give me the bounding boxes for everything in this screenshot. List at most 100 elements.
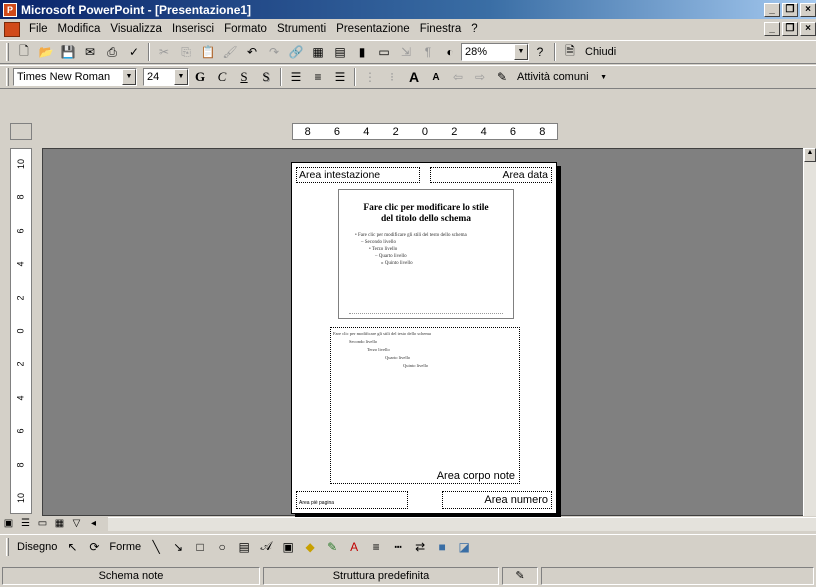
paste-icon[interactable]: 📋 xyxy=(197,42,219,62)
menu-help[interactable]: ? xyxy=(466,23,482,35)
spelling-icon[interactable]: ✓ xyxy=(123,42,145,62)
restore-button[interactable]: ❐ xyxy=(782,2,798,17)
toolbar-grip[interactable] xyxy=(6,537,9,556)
undo-icon[interactable]: ↶ xyxy=(241,42,263,62)
document-icon[interactable] xyxy=(4,21,20,37)
notes-master-page[interactable]: Area intestazione Area data Fare clic pe… xyxy=(291,162,557,514)
scroll-up-button[interactable]: ▲ xyxy=(804,148,816,162)
line-style-icon[interactable]: ≡ xyxy=(365,537,387,557)
align-center-icon[interactable]: ≡ xyxy=(307,67,329,87)
3d-icon[interactable]: ◪ xyxy=(453,537,475,557)
menu-visualizza[interactable]: Visualizza xyxy=(105,23,167,35)
hyperlink-icon[interactable]: 🔗 xyxy=(285,42,307,62)
align-right-icon[interactable]: ☰ xyxy=(329,67,351,87)
normal-view-icon[interactable]: ▣ xyxy=(0,517,17,531)
italic-button[interactable]: C xyxy=(211,67,233,87)
decrease-font-icon[interactable]: A xyxy=(425,67,447,87)
font-size-select[interactable]: 24 ▼ xyxy=(143,68,189,86)
show-formatting-icon[interactable]: ¶ xyxy=(417,42,439,62)
copy-icon[interactable]: ⎘ xyxy=(175,42,197,62)
numbering-icon[interactable]: ⋮ xyxy=(359,67,381,87)
format-painter-icon[interactable]: 🖌 xyxy=(219,42,241,62)
outline-view-icon[interactable]: ☰ xyxy=(17,517,34,531)
menu-strumenti[interactable]: Strumenti xyxy=(272,23,331,35)
header-placeholder[interactable]: Area intestazione xyxy=(296,167,420,183)
close-master-icon[interactable]: 🗎 xyxy=(559,42,581,62)
select-pointer-icon[interactable]: ↖ xyxy=(61,537,83,557)
underline-button[interactable]: S xyxy=(233,67,255,87)
demote-icon[interactable]: ⇨ xyxy=(469,67,491,87)
slide-image-placeholder[interactable]: Fare clic per modificare lo stile del ti… xyxy=(338,189,514,319)
menu-inserisci[interactable]: Inserisci xyxy=(167,23,219,35)
fill-color-icon[interactable]: ◆ xyxy=(299,537,321,557)
tasks-icon[interactable]: ✎ xyxy=(491,67,513,87)
new-icon[interactable]: 🗋 xyxy=(13,42,35,62)
date-placeholder[interactable]: Area data xyxy=(430,167,552,183)
slideshow-icon[interactable]: ▽ xyxy=(68,517,85,531)
chevron-down-icon[interactable]: ▼ xyxy=(174,69,188,85)
chevron-down-icon[interactable]: ▼ xyxy=(514,44,528,60)
powerpoint-app-icon[interactable]: P xyxy=(3,2,17,17)
doc-close-button[interactable]: × xyxy=(800,22,816,36)
common-tasks-menu[interactable]: Attività comuni xyxy=(513,71,593,83)
oval-icon[interactable]: ○ xyxy=(211,537,233,557)
close-button[interactable]: × xyxy=(800,2,816,17)
menu-finestra[interactable]: Finestra xyxy=(415,23,467,35)
toolbar-grip[interactable] xyxy=(6,43,9,61)
line-icon[interactable]: ╲ xyxy=(145,537,167,557)
menu-presentazione[interactable]: Presentazione xyxy=(331,23,415,35)
vertical-scrollbar[interactable]: ▲ xyxy=(803,148,816,516)
promote-icon[interactable]: ⇦ xyxy=(447,67,469,87)
doc-minimize-button[interactable]: _ xyxy=(764,22,780,36)
increase-font-icon[interactable]: A xyxy=(403,67,425,87)
print-icon[interactable]: ⎙ xyxy=(101,42,123,62)
new-slide-icon[interactable]: ▭ xyxy=(373,42,395,62)
chart-icon[interactable]: ▮ xyxy=(351,42,373,62)
open-icon[interactable]: 📂 xyxy=(35,42,57,62)
toolbar-grip[interactable] xyxy=(6,68,9,86)
shadow-icon[interactable]: ■ xyxy=(431,537,453,557)
notes-body-placeholder[interactable]: Fare clic per modificare gli stili del t… xyxy=(330,327,520,484)
clipart-icon[interactable]: ▣ xyxy=(277,537,299,557)
doc-restore-button[interactable]: ❐ xyxy=(782,22,798,36)
autoshapes-menu[interactable]: Forme xyxy=(105,541,145,553)
expand-icon[interactable]: ⇲ xyxy=(395,42,417,62)
textbox-icon[interactable]: ▤ xyxy=(233,537,255,557)
draw-menu[interactable]: Disegno xyxy=(13,541,61,553)
menu-formato[interactable]: Formato xyxy=(219,23,272,35)
page-number-placeholder[interactable]: Area numero xyxy=(442,491,552,509)
chevron-down-icon[interactable]: ▼ xyxy=(593,67,615,87)
zoom-select[interactable]: 28% ▼ xyxy=(461,43,529,61)
font-color-icon[interactable]: A xyxy=(343,537,365,557)
dash-style-icon[interactable]: ┅ xyxy=(387,537,409,557)
minimize-button[interactable]: _ xyxy=(764,2,780,17)
insert-table-icon[interactable]: ▤ xyxy=(329,42,351,62)
menu-file[interactable]: File xyxy=(24,23,53,35)
free-rotate-icon[interactable]: ⟳ xyxy=(83,537,105,557)
shadow-button[interactable]: S xyxy=(255,67,277,87)
horizontal-scrollbar[interactable] xyxy=(108,517,816,531)
arrow-icon[interactable]: ↘ xyxy=(167,537,189,557)
line-color-icon[interactable]: ✎ xyxy=(321,537,343,557)
help-icon[interactable]: ? xyxy=(529,42,551,62)
email-icon[interactable]: ✉ xyxy=(79,42,101,62)
wordart-icon[interactable]: 𝒜 xyxy=(255,537,277,557)
bold-button[interactable]: G xyxy=(189,67,211,87)
arrow-style-icon[interactable]: ⇄ xyxy=(409,537,431,557)
scroll-left-button[interactable]: ◂ xyxy=(85,517,102,531)
footer-placeholder[interactable]: Area piè pagina xyxy=(296,491,408,509)
rectangle-icon[interactable]: □ xyxy=(189,537,211,557)
close-master-button[interactable]: Chiudi xyxy=(581,46,620,58)
menu-modifica[interactable]: Modifica xyxy=(53,23,106,35)
align-left-icon[interactable]: ☰ xyxy=(285,67,307,87)
table-icon[interactable]: ▦ xyxy=(307,42,329,62)
font-select[interactable]: Times New Roman ▼ xyxy=(13,68,137,86)
spelling-status-icon[interactable]: ✎ xyxy=(502,566,538,585)
cut-icon[interactable]: ✂ xyxy=(153,42,175,62)
redo-icon[interactable]: ↷ xyxy=(263,42,285,62)
chevron-down-icon[interactable]: ▼ xyxy=(122,69,136,85)
grayscale-icon[interactable]: ◐ xyxy=(439,42,461,62)
save-icon[interactable]: 💾 xyxy=(57,42,79,62)
slide-view-icon[interactable]: ▭ xyxy=(34,517,51,531)
slide-sorter-icon[interactable]: ▦ xyxy=(51,517,68,531)
